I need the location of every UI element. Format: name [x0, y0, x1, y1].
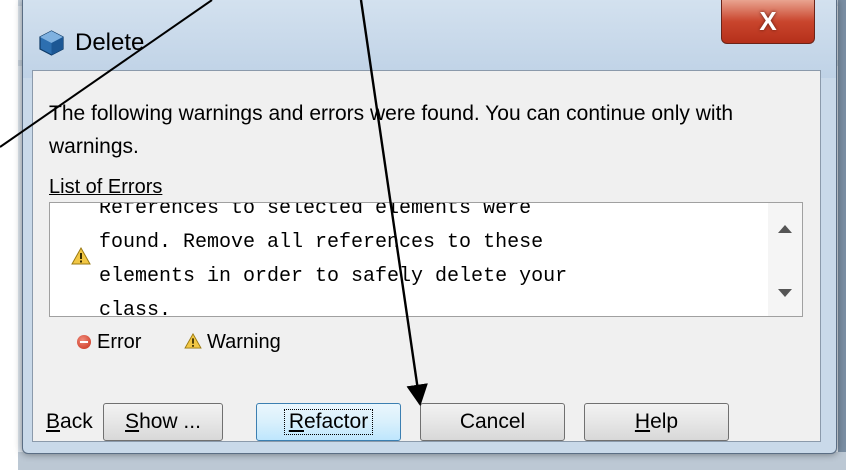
delete-dialog: Delete X The following warnings and erro… [22, 0, 837, 454]
error-icon [77, 335, 91, 349]
mnemonic-letter: R [288, 410, 304, 433]
cancel-button-label: Cancel [459, 410, 526, 433]
button-bar: Back Show ... Refactor Cancel Help [33, 403, 820, 443]
mnemonic-letter: B [46, 410, 61, 433]
legend-warning: Warning [184, 331, 281, 354]
close-button[interactable]: X [721, 0, 815, 44]
warning-icon [71, 247, 91, 265]
help-button-label: elp [650, 410, 679, 433]
show-button-label: how ... [139, 410, 201, 433]
background-panel [838, 0, 846, 470]
refactor-button-label: efactor [303, 410, 369, 433]
warning-message: The following warnings and errors were f… [49, 102, 734, 158]
cube-icon [39, 30, 64, 56]
list-of-errors-label: List of Errors [49, 176, 162, 199]
legend-warning-label: Warning [207, 331, 281, 353]
warning-icon [184, 332, 202, 349]
cancel-button[interactable]: Cancel [420, 403, 565, 441]
mnemonic-letter: H [634, 410, 651, 433]
back-button[interactable]: Back [33, 403, 93, 441]
close-icon: X [759, 6, 777, 36]
focus-ring: Refactor [283, 409, 374, 435]
vertical-scrollbar[interactable] [768, 203, 802, 316]
dialog-title: Delete [75, 29, 145, 56]
mnemonic-letter: S [125, 410, 140, 433]
legend-error-label: Error [97, 331, 142, 353]
show-button[interactable]: Show ... [103, 403, 223, 441]
error-list-item[interactable]: References to selected elements were fou… [99, 203, 739, 316]
legend-error: Error [77, 331, 141, 354]
background-status-bar [18, 452, 846, 470]
list-label-text: ist of Errors [60, 176, 163, 198]
back-button-label: ack [60, 410, 93, 433]
dialog-titlebar[interactable]: Delete [23, 0, 836, 78]
help-button[interactable]: Help [584, 403, 729, 441]
error-list[interactable]: References to selected elements were fou… [49, 202, 803, 317]
dialog-content: The following warnings and errors were f… [32, 70, 821, 442]
scroll-up-arrow-icon[interactable] [778, 225, 792, 233]
mnemonic-letter: L [49, 176, 61, 198]
scroll-down-arrow-icon[interactable] [778, 289, 792, 297]
refactor-button[interactable]: Refactor [256, 403, 401, 441]
